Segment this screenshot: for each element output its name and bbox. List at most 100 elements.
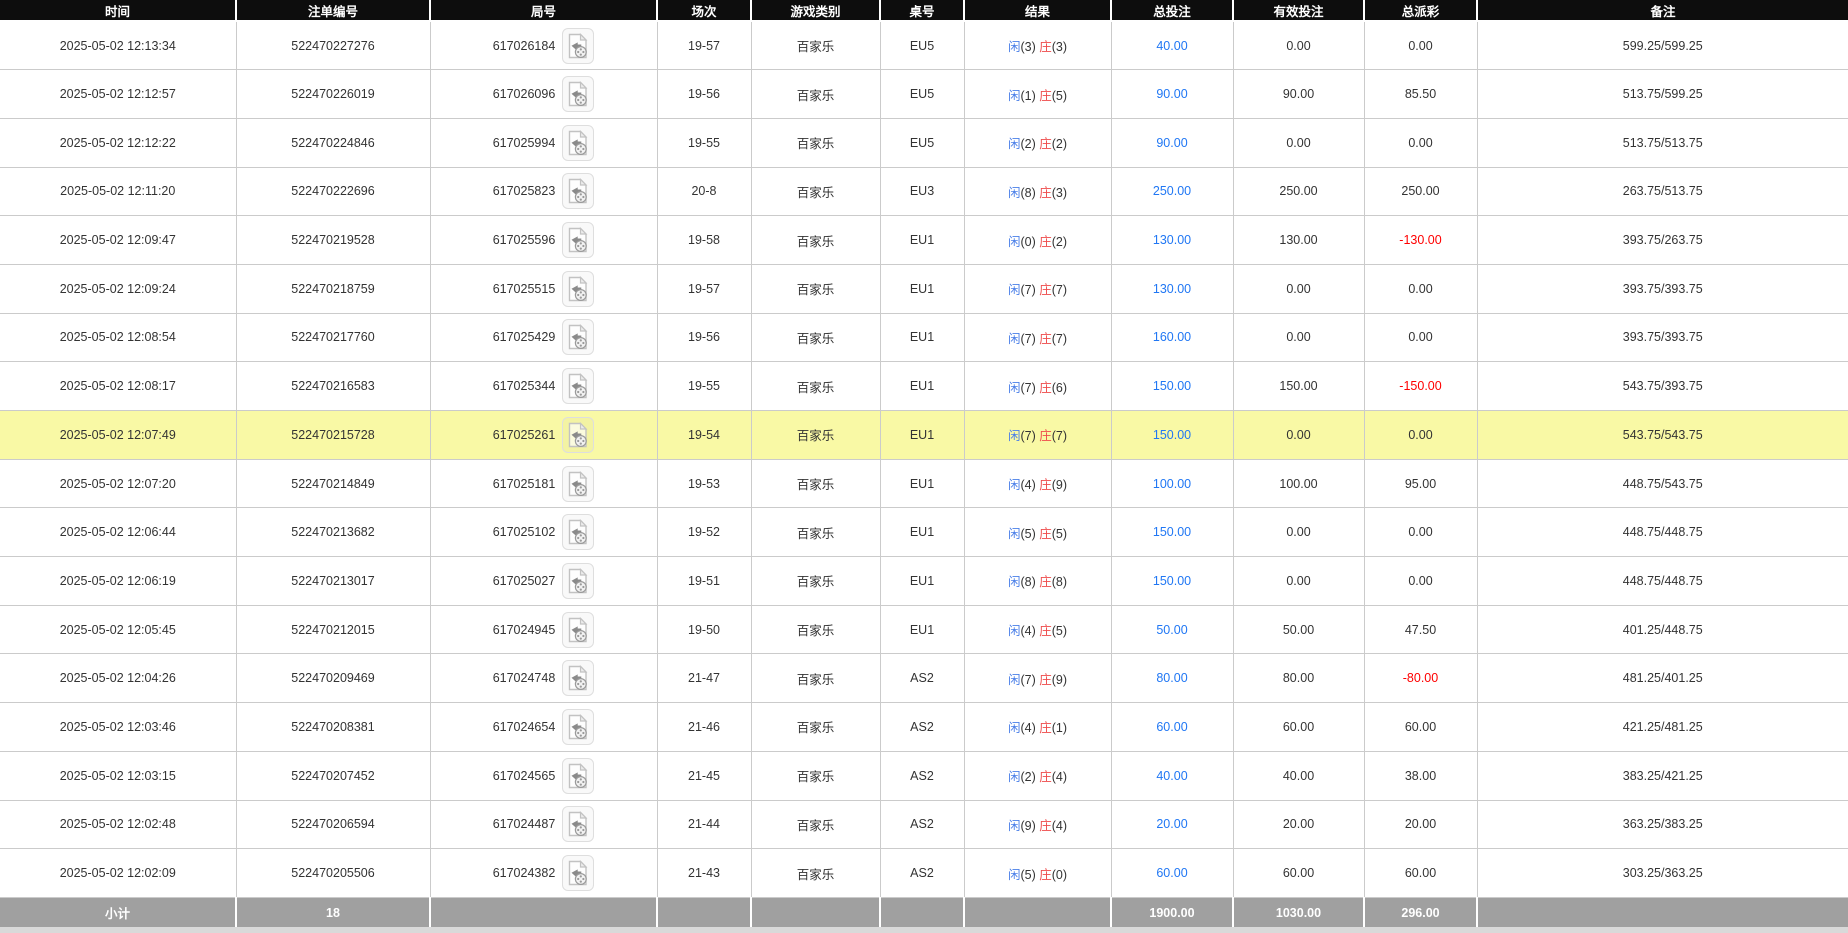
total-bet-link[interactable]: 150.00 bbox=[1153, 379, 1191, 393]
result-cell: 闲(4) 庄(9) bbox=[963, 458, 1112, 509]
video-playback-icon bbox=[569, 32, 588, 58]
bet-id-cell: 522470215728 bbox=[235, 410, 431, 460]
banker-result-label: 庄 bbox=[1039, 185, 1052, 200]
table-row[interactable]: 2025-05-02 12:04:26 522470209469 6170247… bbox=[0, 653, 1848, 704]
round-id-value: 617025596 bbox=[492, 233, 556, 248]
time-cell: 2025-05-02 12:13:34 bbox=[0, 20, 237, 71]
table-footer: 小计 18 1900.00 1030.00 296.00 bbox=[0, 896, 1848, 928]
result-cell: 闲(5) 庄(5) bbox=[963, 507, 1112, 558]
table-row[interactable]: 2025-05-02 12:11:20 522470222696 6170258… bbox=[0, 166, 1848, 217]
table-row[interactable]: 2025-05-02 12:09:24 522470218759 6170255… bbox=[0, 263, 1848, 314]
video-playback-button[interactable] bbox=[562, 368, 595, 405]
remark-cell: 401.25/448.75 bbox=[1476, 604, 1848, 655]
total-bet-link[interactable]: 130.00 bbox=[1153, 233, 1191, 247]
video-playback-icon bbox=[569, 275, 588, 301]
round-id-cell: 617025515 bbox=[429, 263, 658, 314]
table-row[interactable]: 2025-05-02 12:05:45 522470212015 6170249… bbox=[0, 604, 1848, 655]
valid-bet-cell: 90.00 bbox=[1232, 69, 1365, 119]
video-playback-icon bbox=[569, 567, 588, 594]
video-playback-button[interactable] bbox=[562, 855, 595, 892]
remark-cell: 448.75/543.75 bbox=[1476, 458, 1848, 509]
table-row[interactable]: 2025-05-02 12:07:20 522470214849 6170251… bbox=[0, 458, 1848, 509]
time-cell: 2025-05-02 12:09:24 bbox=[0, 263, 237, 314]
table-row[interactable]: 2025-05-02 12:07:49 522470215728 6170252… bbox=[0, 410, 1848, 460]
total-payout-cell: 47.50 bbox=[1363, 604, 1478, 655]
round-id-value: 617025515 bbox=[492, 281, 556, 296]
banker-result-label: 庄 bbox=[1039, 380, 1052, 395]
subtotal-empty-cell bbox=[750, 896, 880, 928]
total-bet-link[interactable]: 60.00 bbox=[1156, 866, 1187, 880]
video-playback-button[interactable] bbox=[562, 806, 595, 843]
time-cell: 2025-05-02 12:07:20 bbox=[0, 458, 237, 509]
table-row[interactable]: 2025-05-02 12:03:15 522470207452 6170245… bbox=[0, 750, 1848, 801]
total-payout-cell: 95.00 bbox=[1363, 458, 1478, 509]
time-cell: 2025-05-02 12:11:20 bbox=[0, 166, 237, 217]
total-bet-link[interactable]: 160.00 bbox=[1153, 330, 1191, 344]
table-row[interactable]: 2025-05-02 12:06:44 522470213682 6170251… bbox=[0, 507, 1848, 558]
total-bet-link[interactable]: 40.00 bbox=[1156, 769, 1187, 783]
total-bet-link[interactable]: 150.00 bbox=[1153, 525, 1191, 539]
table-row[interactable]: 2025-05-02 12:08:17 522470216583 6170253… bbox=[0, 361, 1848, 411]
video-playback-button[interactable] bbox=[562, 757, 595, 794]
banker-result-value: (5) bbox=[1051, 526, 1068, 541]
table-row[interactable]: 2025-05-02 12:02:48 522470206594 6170244… bbox=[0, 799, 1848, 850]
video-playback-button[interactable] bbox=[562, 222, 595, 259]
video-playback-button[interactable] bbox=[562, 76, 595, 113]
time-cell: 2025-05-02 12:12:22 bbox=[0, 117, 237, 168]
round-id-value: 617024654 bbox=[492, 719, 556, 734]
video-playback-button[interactable] bbox=[562, 124, 595, 161]
table-row[interactable]: 2025-05-02 12:13:34 522470227276 6170261… bbox=[0, 20, 1848, 71]
total-bet-link[interactable]: 130.00 bbox=[1153, 282, 1191, 296]
total-bet-link[interactable]: 40.00 bbox=[1156, 39, 1187, 53]
total-bet-link[interactable]: 50.00 bbox=[1156, 623, 1187, 637]
subtotal-empty-cell bbox=[656, 896, 751, 928]
total-bet-link[interactable]: 150.00 bbox=[1153, 574, 1191, 588]
video-playback-icon bbox=[569, 811, 588, 837]
total-bet-link[interactable]: 60.00 bbox=[1156, 720, 1187, 734]
total-bet-cell: 100.00 bbox=[1110, 458, 1234, 509]
table-row[interactable]: 2025-05-02 12:02:09 522470205506 6170243… bbox=[0, 848, 1848, 898]
round-id-value: 617024487 bbox=[492, 817, 556, 832]
round-id-cell: 617025344 bbox=[429, 361, 658, 411]
total-bet-link[interactable]: 150.00 bbox=[1153, 428, 1191, 442]
video-playback-button[interactable] bbox=[562, 611, 595, 648]
total-bet-link[interactable]: 20.00 bbox=[1156, 817, 1187, 831]
player-result-value: (0) bbox=[1020, 234, 1036, 249]
table-no-cell: AS2 bbox=[879, 848, 965, 898]
remark-cell: 393.75/393.75 bbox=[1476, 263, 1848, 314]
table-no-cell: EU1 bbox=[879, 215, 965, 265]
video-playback-button[interactable] bbox=[562, 465, 595, 502]
round-id-value: 617024565 bbox=[492, 768, 556, 783]
video-playback-button[interactable] bbox=[562, 416, 595, 453]
table-row[interactable]: 2025-05-02 12:08:54 522470217760 6170254… bbox=[0, 312, 1848, 363]
video-playback-button[interactable] bbox=[562, 514, 595, 551]
valid-bet-cell: 250.00 bbox=[1232, 166, 1365, 217]
table-row[interactable]: 2025-05-02 12:12:57 522470226019 6170260… bbox=[0, 69, 1848, 119]
total-bet-link[interactable]: 80.00 bbox=[1156, 671, 1187, 685]
bet-id-cell: 522470206594 bbox=[235, 799, 431, 850]
video-playback-button[interactable] bbox=[562, 562, 595, 599]
table-row[interactable]: 2025-05-02 12:09:47 522470219528 6170255… bbox=[0, 215, 1848, 265]
video-playback-icon bbox=[569, 519, 588, 545]
col-header-remark: 备注 bbox=[1476, 0, 1848, 22]
time-cell: 2025-05-02 12:05:45 bbox=[0, 604, 237, 655]
total-bet-link[interactable]: 90.00 bbox=[1156, 87, 1187, 101]
table-row[interactable]: 2025-05-02 12:06:19 522470213017 6170250… bbox=[0, 556, 1848, 606]
total-bet-link[interactable]: 100.00 bbox=[1153, 477, 1191, 491]
video-playback-button[interactable] bbox=[562, 319, 595, 356]
video-playback-button[interactable] bbox=[562, 173, 595, 210]
table-row[interactable]: 2025-05-02 12:12:22 522470224846 6170259… bbox=[0, 117, 1848, 168]
video-playback-icon bbox=[569, 227, 588, 253]
total-bet-link[interactable]: 250.00 bbox=[1153, 184, 1191, 198]
video-playback-button[interactable] bbox=[562, 660, 595, 697]
video-playback-button[interactable] bbox=[562, 708, 595, 745]
video-playback-button[interactable] bbox=[562, 27, 595, 64]
total-bet-link[interactable]: 90.00 bbox=[1156, 136, 1187, 150]
video-playback-button[interactable] bbox=[562, 270, 595, 307]
table-row[interactable]: 2025-05-02 12:03:46 522470208381 6170246… bbox=[0, 702, 1848, 752]
game-type-cell: 百家乐 bbox=[750, 458, 881, 509]
subtotal-row: 小计 18 1900.00 1030.00 296.00 bbox=[0, 896, 1848, 928]
banker-result-value: (3) bbox=[1051, 40, 1068, 55]
table-no-cell: EU1 bbox=[879, 604, 965, 655]
total-bet-cell: 150.00 bbox=[1110, 507, 1234, 558]
